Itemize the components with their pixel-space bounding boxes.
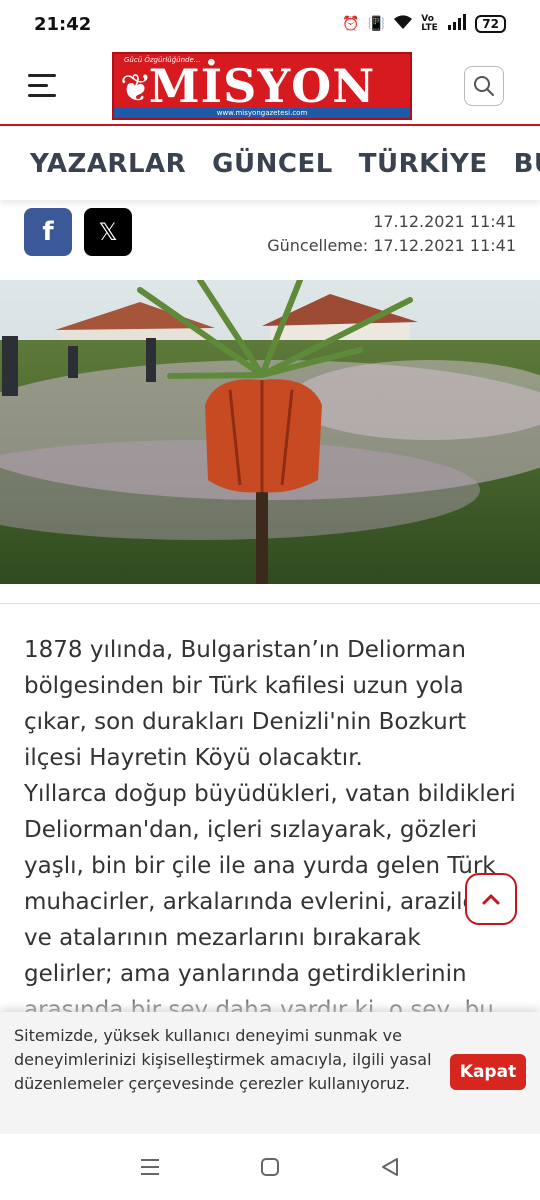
cookie-text: Sitemizde, yüksek kullanıcı deneyimi sun… (14, 1026, 432, 1093)
x-icon: 𝕏 (98, 218, 118, 246)
facebook-icon: f (42, 217, 54, 247)
home-button[interactable] (250, 1147, 290, 1187)
square-icon (261, 1158, 279, 1176)
chevron-up-icon (482, 894, 500, 905)
cookie-close-button[interactable]: Kapat (450, 1054, 526, 1090)
site-header: Gücü Özgürlüğünde... ❦ MİSYON www.misyon… (0, 48, 540, 126)
content-divider (0, 603, 540, 604)
logo-url: www.misyongazetesi.com (114, 108, 410, 118)
vibrate-icon: 📳 (367, 16, 386, 32)
nav-item-bul[interactable]: BUL (514, 149, 540, 179)
menu-icon[interactable] (28, 74, 56, 98)
nav-item-turkiye[interactable]: TÜRKİYE (359, 149, 488, 179)
x-share-button[interactable]: 𝕏 (84, 208, 132, 256)
category-nav: YAZARLAR GÜNCEL TÜRKİYE BUL (0, 128, 540, 200)
scroll-to-top-button[interactable] (465, 873, 517, 925)
status-icons: ⏰ 📳 Vo LTE 72 (342, 14, 506, 34)
article-dates: 17.12.2021 11:41 Güncelleme: 17.12.2021 … (267, 210, 516, 258)
search-button[interactable] (464, 66, 504, 106)
back-button[interactable] (370, 1147, 410, 1187)
logo-tagline: Gücü Özgürlüğünde... (124, 56, 201, 64)
wifi-icon (393, 14, 413, 34)
status-time: 21:42 (34, 13, 92, 35)
site-logo[interactable]: Gücü Özgürlüğünde... ❦ MİSYON www.misyon… (112, 52, 412, 120)
nav-item-yazarlar[interactable]: YAZARLAR (30, 149, 186, 179)
facebook-share-button[interactable]: f (24, 208, 72, 256)
volte-label: Vo LTE (421, 14, 438, 33)
search-icon (474, 76, 494, 96)
share-row: f 𝕏 17.12.2021 11:41 Güncelleme: 17.12.2… (0, 208, 540, 268)
status-bar: 21:42 ⏰ 📳 Vo LTE 72 (0, 0, 540, 48)
published-date: 17.12.2021 11:41 (373, 212, 516, 231)
logo-bird-icon: ❦ (120, 66, 152, 110)
alarm-icon: ⏰ (342, 16, 360, 32)
logo-text: MİSYON (148, 59, 376, 113)
signal-icon (447, 14, 467, 34)
menu-lines-icon (141, 1159, 159, 1175)
recent-apps-button[interactable] (130, 1147, 170, 1187)
back-triangle-icon (382, 1158, 398, 1176)
nav-item-guncel[interactable]: GÜNCEL (212, 149, 333, 179)
cookie-banner: Sitemizde, yüksek kullanıcı deneyimi sun… (0, 1012, 540, 1134)
article-paragraph: 1878 yılında, Bulgaristan’ın Deliorman b… (24, 637, 467, 771)
hero-image (0, 280, 540, 584)
system-nav-bar (0, 1134, 540, 1200)
battery-icon: 72 (475, 15, 506, 33)
updated-date: Güncelleme: 17.12.2021 11:41 (267, 236, 516, 255)
